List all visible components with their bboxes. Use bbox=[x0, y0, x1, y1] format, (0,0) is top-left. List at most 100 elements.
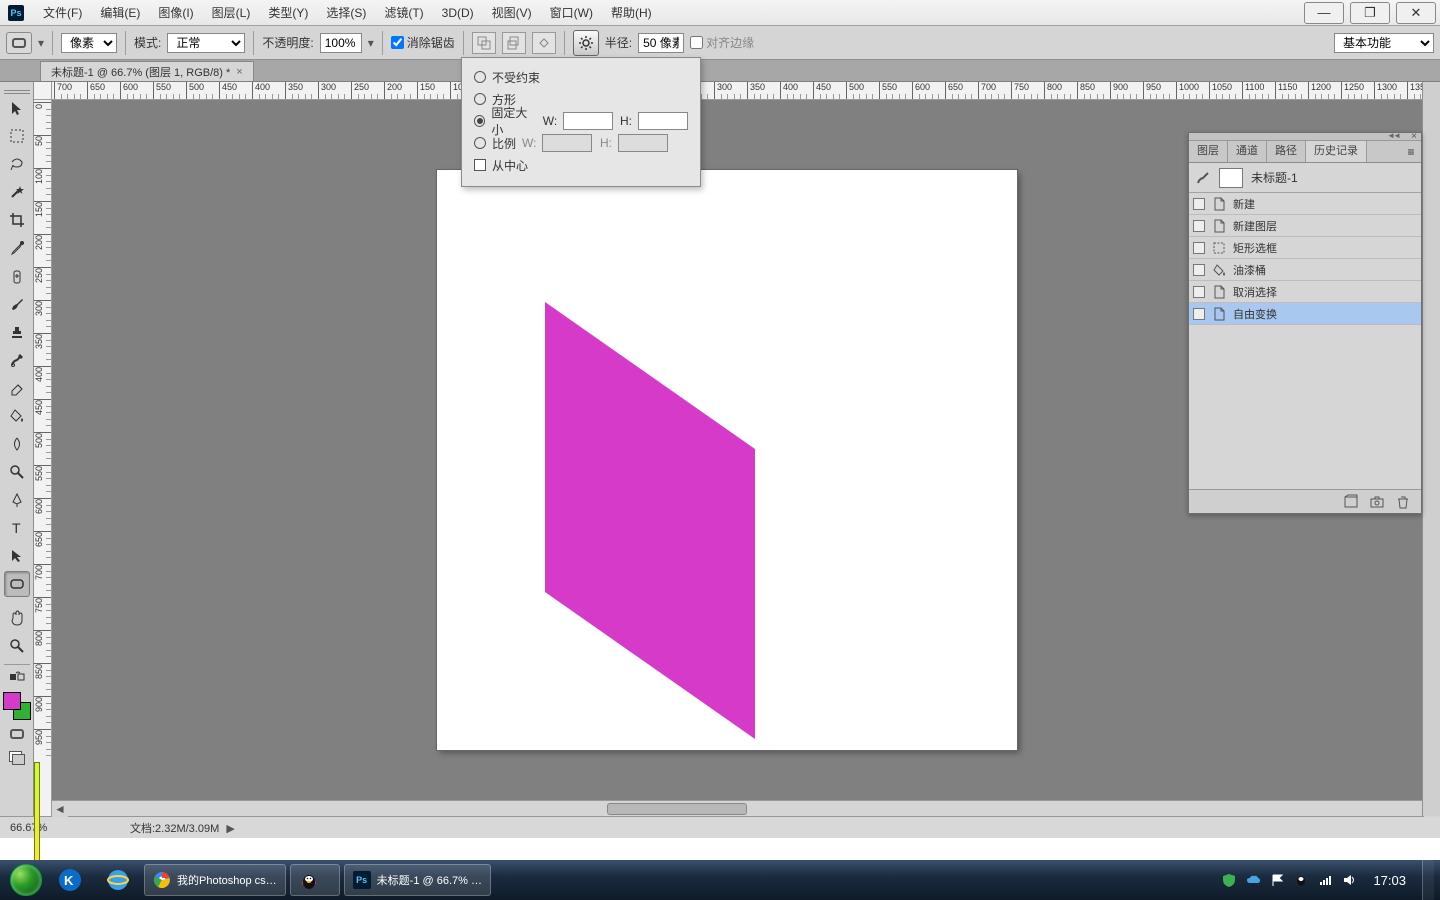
trash-icon[interactable] bbox=[1395, 494, 1411, 510]
foreground-swatch[interactable] bbox=[3, 692, 21, 710]
horizontal-ruler[interactable]: 7006506005505004504003503002502001501005… bbox=[52, 82, 1440, 100]
crop-tool[interactable] bbox=[4, 207, 30, 233]
maximize-button[interactable]: ❐ bbox=[1350, 2, 1390, 24]
move-tool[interactable] bbox=[4, 95, 30, 121]
pathop-combine-button[interactable] bbox=[472, 32, 496, 54]
zoom-level[interactable]: 66.67% bbox=[10, 822, 100, 834]
tray-volume-icon[interactable] bbox=[1341, 872, 1357, 888]
tray-flag-icon[interactable] bbox=[1269, 872, 1285, 888]
marquee-tool[interactable] bbox=[4, 123, 30, 149]
stamp-tool[interactable] bbox=[4, 319, 30, 345]
menu-view[interactable]: 视图(V) bbox=[483, 0, 541, 26]
close-tab-icon[interactable]: × bbox=[236, 66, 242, 78]
tray-security-icon[interactable] bbox=[1221, 872, 1237, 888]
task-photoshop[interactable]: Ps 未标题-1 @ 66.7% … bbox=[344, 864, 491, 896]
blend-mode-select[interactable]: 正常 bbox=[167, 33, 245, 53]
panel-menu-icon[interactable]: ≡ bbox=[1401, 141, 1421, 162]
hand-tool[interactable] bbox=[4, 605, 30, 631]
bucket-tool[interactable] bbox=[4, 403, 30, 429]
history-row-toggle[interactable] bbox=[1193, 286, 1205, 298]
menu-select[interactable]: 选择(S) bbox=[317, 0, 375, 26]
eyedropper-tool[interactable] bbox=[4, 235, 30, 261]
pinned-kugou-icon[interactable]: K bbox=[47, 864, 93, 896]
geometry-options-button[interactable] bbox=[573, 30, 599, 56]
tab-paths[interactable]: 路径 bbox=[1267, 141, 1306, 162]
tray-qq-icon[interactable] bbox=[1293, 872, 1309, 888]
opt-fixed-size[interactable]: 固定大小 bbox=[474, 104, 537, 138]
tab-channels[interactable]: 通道 bbox=[1228, 141, 1267, 162]
document-tab[interactable]: 未标题-1 @ 66.7% (图层 1, RGB/8) * × bbox=[40, 61, 254, 81]
minimize-button[interactable]: — bbox=[1304, 2, 1344, 24]
menu-help[interactable]: 帮助(H) bbox=[602, 0, 661, 26]
history-row-toggle[interactable] bbox=[1193, 198, 1205, 210]
show-desktop-button[interactable] bbox=[1422, 860, 1434, 900]
scroll-thumb[interactable] bbox=[607, 803, 747, 815]
history-row-toggle[interactable] bbox=[1193, 242, 1205, 254]
opacity-input[interactable] bbox=[320, 33, 362, 53]
magic-wand-tool[interactable] bbox=[4, 179, 30, 205]
current-tool-icon[interactable] bbox=[6, 32, 32, 54]
eraser-tool[interactable] bbox=[4, 375, 30, 401]
start-button[interactable] bbox=[6, 860, 46, 900]
horizontal-scrollbar[interactable]: ◄ ► bbox=[52, 800, 1440, 816]
tab-layers[interactable]: 图层 bbox=[1189, 141, 1228, 162]
pathop-subtract-button[interactable] bbox=[502, 32, 526, 54]
quickmask-toggle[interactable] bbox=[4, 724, 30, 744]
menu-layer[interactable]: 图层(L) bbox=[203, 0, 260, 26]
history-row-toggle[interactable] bbox=[1193, 308, 1205, 320]
history-row[interactable]: 取消选择 bbox=[1189, 281, 1421, 303]
menu-image[interactable]: 图像(I) bbox=[149, 0, 202, 26]
history-row[interactable]: 油漆桶 bbox=[1189, 259, 1421, 281]
antialias-checkbox[interactable]: 消除锯齿 bbox=[391, 34, 455, 51]
blur-tool[interactable] bbox=[4, 431, 30, 457]
history-brush-source-icon[interactable] bbox=[1195, 170, 1211, 186]
history-row[interactable]: 矩形选框 bbox=[1189, 237, 1421, 259]
tray-cloud-icon[interactable] bbox=[1245, 872, 1261, 888]
opt-proportional[interactable]: 比例 bbox=[474, 135, 516, 152]
history-row[interactable]: 自由变换 bbox=[1189, 303, 1421, 325]
vertical-ruler[interactable]: 0501001502002503003504004505005506006507… bbox=[34, 100, 52, 816]
menu-3d[interactable]: 3D(D) bbox=[433, 0, 483, 26]
swap-colors-icon[interactable] bbox=[4, 669, 30, 685]
pen-tool[interactable] bbox=[4, 487, 30, 513]
history-row[interactable]: 新建 bbox=[1189, 193, 1421, 215]
menu-filter[interactable]: 滤镜(T) bbox=[375, 0, 432, 26]
radius-input[interactable] bbox=[638, 33, 684, 53]
history-row-toggle[interactable] bbox=[1193, 264, 1205, 276]
zoom-tool[interactable] bbox=[4, 633, 30, 659]
create-doc-from-state-icon[interactable] bbox=[1343, 494, 1359, 510]
path-select-tool[interactable] bbox=[4, 543, 30, 569]
status-flyout-icon[interactable]: ▶ bbox=[223, 823, 235, 835]
align-edges-check-icon[interactable] bbox=[690, 36, 703, 49]
ruler-origin[interactable] bbox=[34, 82, 52, 100]
history-brush-tool[interactable] bbox=[4, 347, 30, 373]
lasso-tool[interactable] bbox=[4, 151, 30, 177]
panel-grip[interactable]: × bbox=[1189, 133, 1421, 141]
opt-from-center[interactable]: 从中心 bbox=[474, 157, 528, 174]
right-dock-collapsed[interactable] bbox=[1422, 82, 1440, 816]
toolbox-grip-icon[interactable] bbox=[4, 86, 30, 94]
fill-unit-select[interactable]: 像素 bbox=[61, 33, 117, 53]
menu-type[interactable]: 类型(Y) bbox=[259, 0, 317, 26]
history-row-toggle[interactable] bbox=[1193, 220, 1205, 232]
brush-tool[interactable] bbox=[4, 291, 30, 317]
close-button[interactable]: ✕ bbox=[1396, 2, 1436, 24]
task-chrome[interactable]: 我的Photoshop cs… bbox=[144, 864, 286, 896]
type-tool[interactable]: T bbox=[4, 515, 30, 541]
workspace-switcher[interactable]: 基本功能 bbox=[1334, 33, 1434, 53]
menu-file[interactable]: 文件(F) bbox=[34, 0, 91, 26]
history-row[interactable]: 新建图层 bbox=[1189, 215, 1421, 237]
align-edges-checkbox[interactable]: 对齐边缘 bbox=[690, 34, 754, 51]
color-swatches[interactable] bbox=[3, 692, 31, 720]
pathop-intersect-button[interactable] bbox=[532, 32, 556, 54]
snapshot-icon[interactable] bbox=[1369, 494, 1385, 510]
scroll-left-icon[interactable]: ◄ bbox=[52, 801, 68, 817]
tray-clock[interactable]: 17:03 bbox=[1365, 873, 1414, 888]
dodge-tool[interactable] bbox=[4, 459, 30, 485]
screenmode-toggle[interactable] bbox=[4, 748, 30, 768]
tray-network-icon[interactable] bbox=[1317, 872, 1333, 888]
rounded-rect-tool[interactable] bbox=[4, 571, 30, 597]
tab-history[interactable]: 历史记录 bbox=[1306, 141, 1367, 162]
healing-tool[interactable] bbox=[4, 263, 30, 289]
history-snapshot[interactable]: 未标题-1 bbox=[1189, 163, 1421, 193]
